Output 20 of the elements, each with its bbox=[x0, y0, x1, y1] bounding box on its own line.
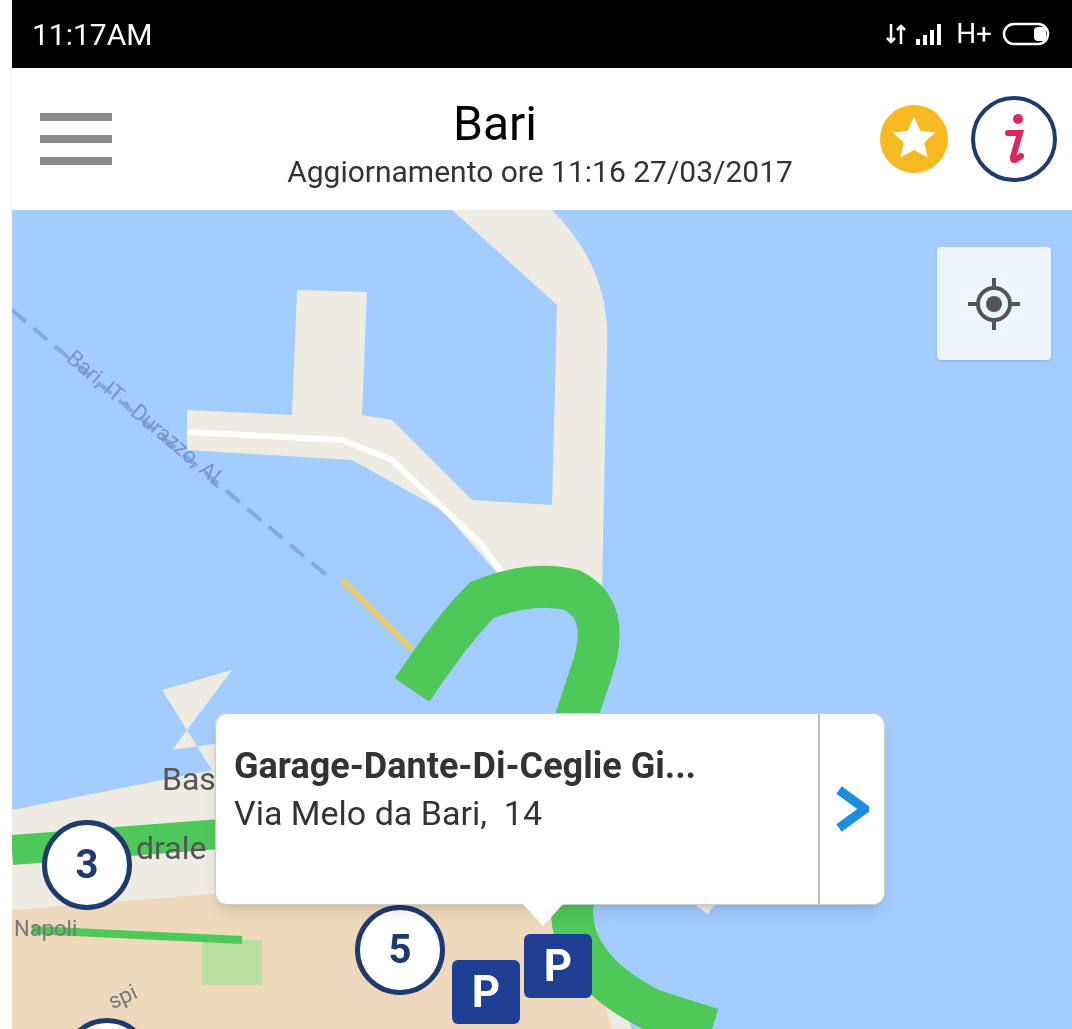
place-address: Via Melo da Bari, 14 bbox=[234, 792, 543, 835]
status-time: 11:17AM bbox=[32, 15, 153, 54]
battery-icon bbox=[1002, 21, 1052, 47]
popup-pointer bbox=[521, 902, 565, 928]
locate-icon bbox=[966, 275, 1022, 332]
menu-icon bbox=[40, 113, 112, 165]
update-time: Aggiornamento ore 11:16 27/03/2017 bbox=[287, 153, 793, 191]
page-title: Bari bbox=[453, 96, 537, 152]
map-label: Napoli bbox=[14, 915, 78, 943]
info-button[interactable] bbox=[970, 95, 1058, 183]
info-icon bbox=[970, 95, 1058, 183]
data-transfer-icon bbox=[886, 22, 907, 46]
chevron-right-icon bbox=[835, 786, 869, 832]
map-label: spi bbox=[103, 978, 142, 1016]
place-name: Garage-Dante-Di-Ceglie Gi... bbox=[234, 744, 698, 788]
parking-marker[interactable]: P bbox=[452, 960, 520, 1024]
locate-button[interactable] bbox=[937, 247, 1051, 360]
parking-marker[interactable]: P bbox=[524, 934, 592, 998]
network-type: H+ bbox=[956, 16, 992, 52]
map-label: Bas bbox=[162, 759, 216, 800]
